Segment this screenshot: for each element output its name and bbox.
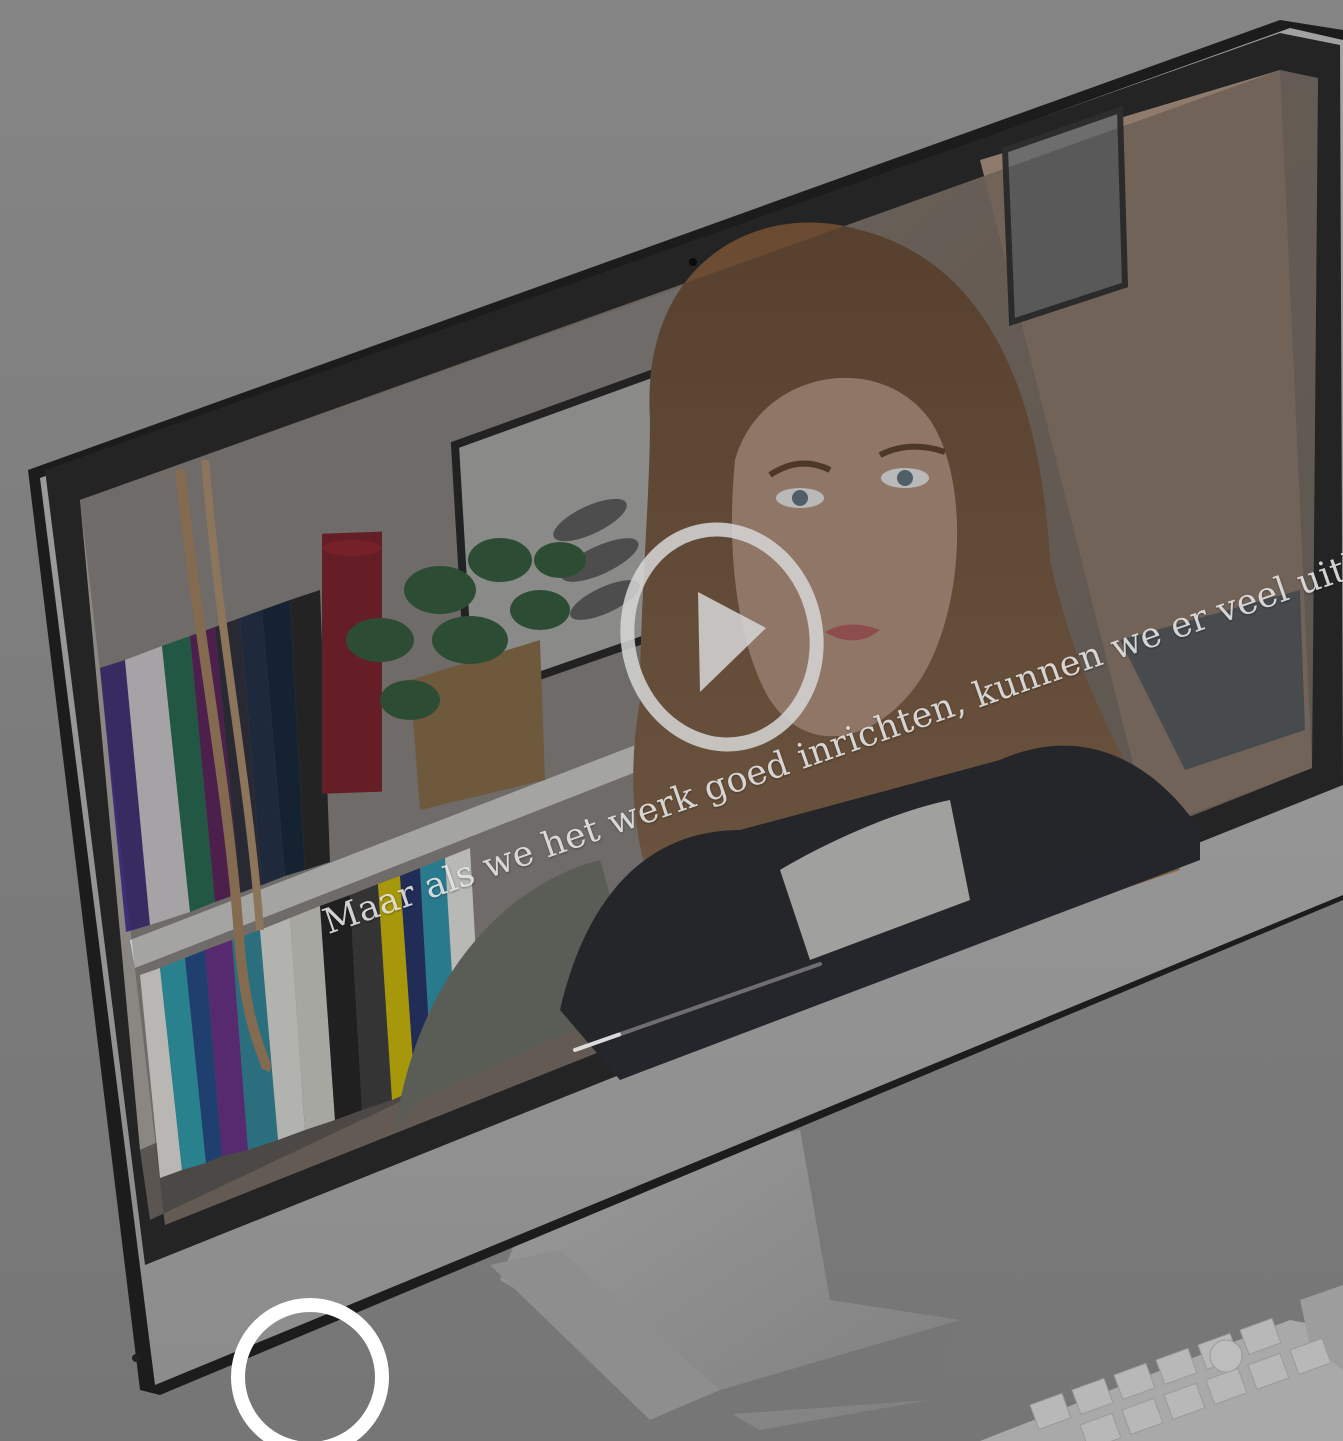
video-preview-stage: Maar als we het werk goed inrichten, kun… [0, 0, 1343, 1441]
side-port [132, 1354, 140, 1362]
webcam-icon [689, 258, 697, 266]
keyboard [980, 1285, 1343, 1441]
play-button[interactable] [620, 520, 824, 754]
play-icon [620, 522, 824, 752]
